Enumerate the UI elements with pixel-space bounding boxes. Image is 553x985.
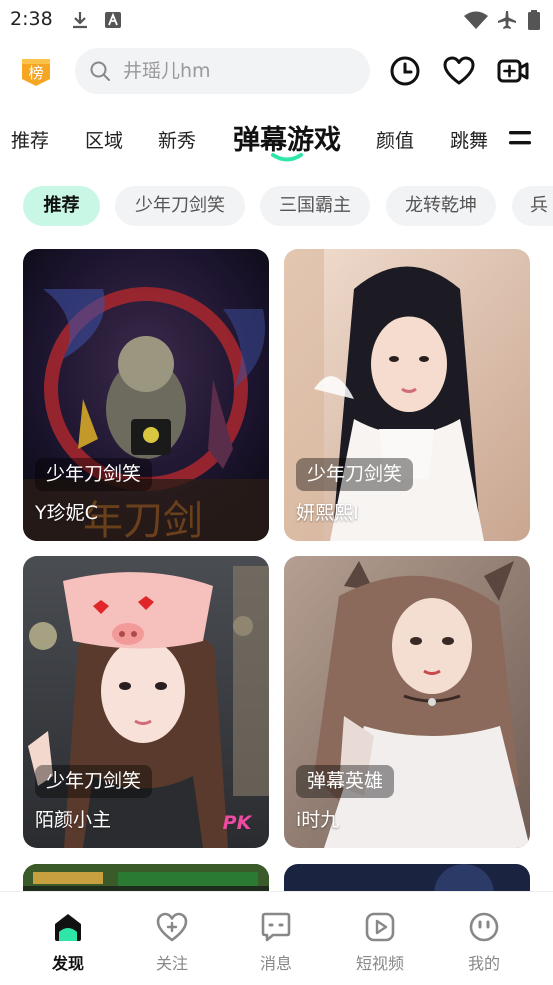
face-icon [469,912,499,942]
sub-category-chips: 推荐 少年刀剑笑 三国霸主 龙转乾坤 兵 [0,186,553,228]
live-card[interactable]: 少年刀剑笑 妍熙熙I [284,249,530,541]
search-icon [90,61,110,81]
search-bar[interactable] [75,48,370,94]
chip-sanguo[interactable]: 三国霸主 [260,186,370,226]
game-tag: 少年刀剑笑 [35,458,153,491]
message-icon [261,912,291,942]
menu-icon[interactable] [509,128,531,148]
battery-icon [528,10,540,30]
tab-region[interactable]: 区域 [85,126,123,153]
svg-text:年刀剑: 年刀剑 [83,498,203,541]
svg-text:PK: PK [223,812,253,834]
streamer-name: 陌颜小主 [35,809,112,831]
nav-label: 关注 [155,954,188,973]
streamer-name: 妍熙熙I [296,502,359,524]
chip-shaonian[interactable]: 少年刀剑笑 [115,186,245,226]
favorite-icon[interactable] [442,54,476,88]
nav-label: 发现 [51,954,84,973]
nav-label: 消息 [259,954,292,973]
svg-text:榜: 榜 [28,64,43,82]
live-card[interactable]: 弹幕英雄 i时九 [284,556,530,848]
live-camera-icon[interactable] [496,54,530,88]
game-tag: 少年刀剑笑 [35,765,153,798]
live-card[interactable]: 年刀剑 少年刀剑笑 Y珍妮C [23,249,269,541]
tab-dance[interactable]: 跳舞 [450,126,488,153]
streamer-name: i时九 [296,809,340,831]
home-icon [55,914,81,941]
streamer-name: Y珍妮C [35,502,98,524]
text-a-icon [105,12,121,28]
heart-plus-icon [156,912,188,942]
nav-label: 短视频 [355,954,404,973]
download-icon [73,12,87,29]
chip-recommend[interactable]: 推荐 [23,186,100,226]
game-tag: 弹幕英雄 [296,765,395,798]
live-card[interactable]: 少年刀剑笑 陌颜小主 PK [23,556,269,848]
nav-label: 我的 [467,954,500,973]
rank-badge-icon[interactable]: 榜 [20,57,52,87]
tab-newcomer[interactable]: 新秀 [158,126,196,153]
status-bar: 2:38 [0,0,553,38]
status-time: 2:38 [10,8,53,30]
search-input[interactable] [123,55,353,87]
nav-short-video[interactable]: 短视频 [340,910,420,974]
chip-partial[interactable]: 兵 [512,186,553,226]
nav-follow[interactable]: 关注 [132,910,212,974]
tab-looks[interactable]: 颜值 [376,126,414,153]
active-tab-indicator [271,153,303,162]
pk-badge-icon: PK [223,812,253,834]
history-icon[interactable] [388,54,422,88]
nav-messages[interactable]: 消息 [236,910,316,974]
airplane-icon [498,11,516,29]
bottom-navigation: 发现 关注 消息 短视频 我的 [0,891,553,985]
game-tag: 少年刀剑笑 [296,458,414,491]
nav-me[interactable]: 我的 [444,910,524,974]
nav-discover[interactable]: 发现 [28,910,108,974]
wifi-icon [464,11,488,29]
tab-recommend[interactable]: 推荐 [11,126,49,153]
chip-longzhuan[interactable]: 龙转乾坤 [386,186,496,226]
play-icon [365,912,395,942]
